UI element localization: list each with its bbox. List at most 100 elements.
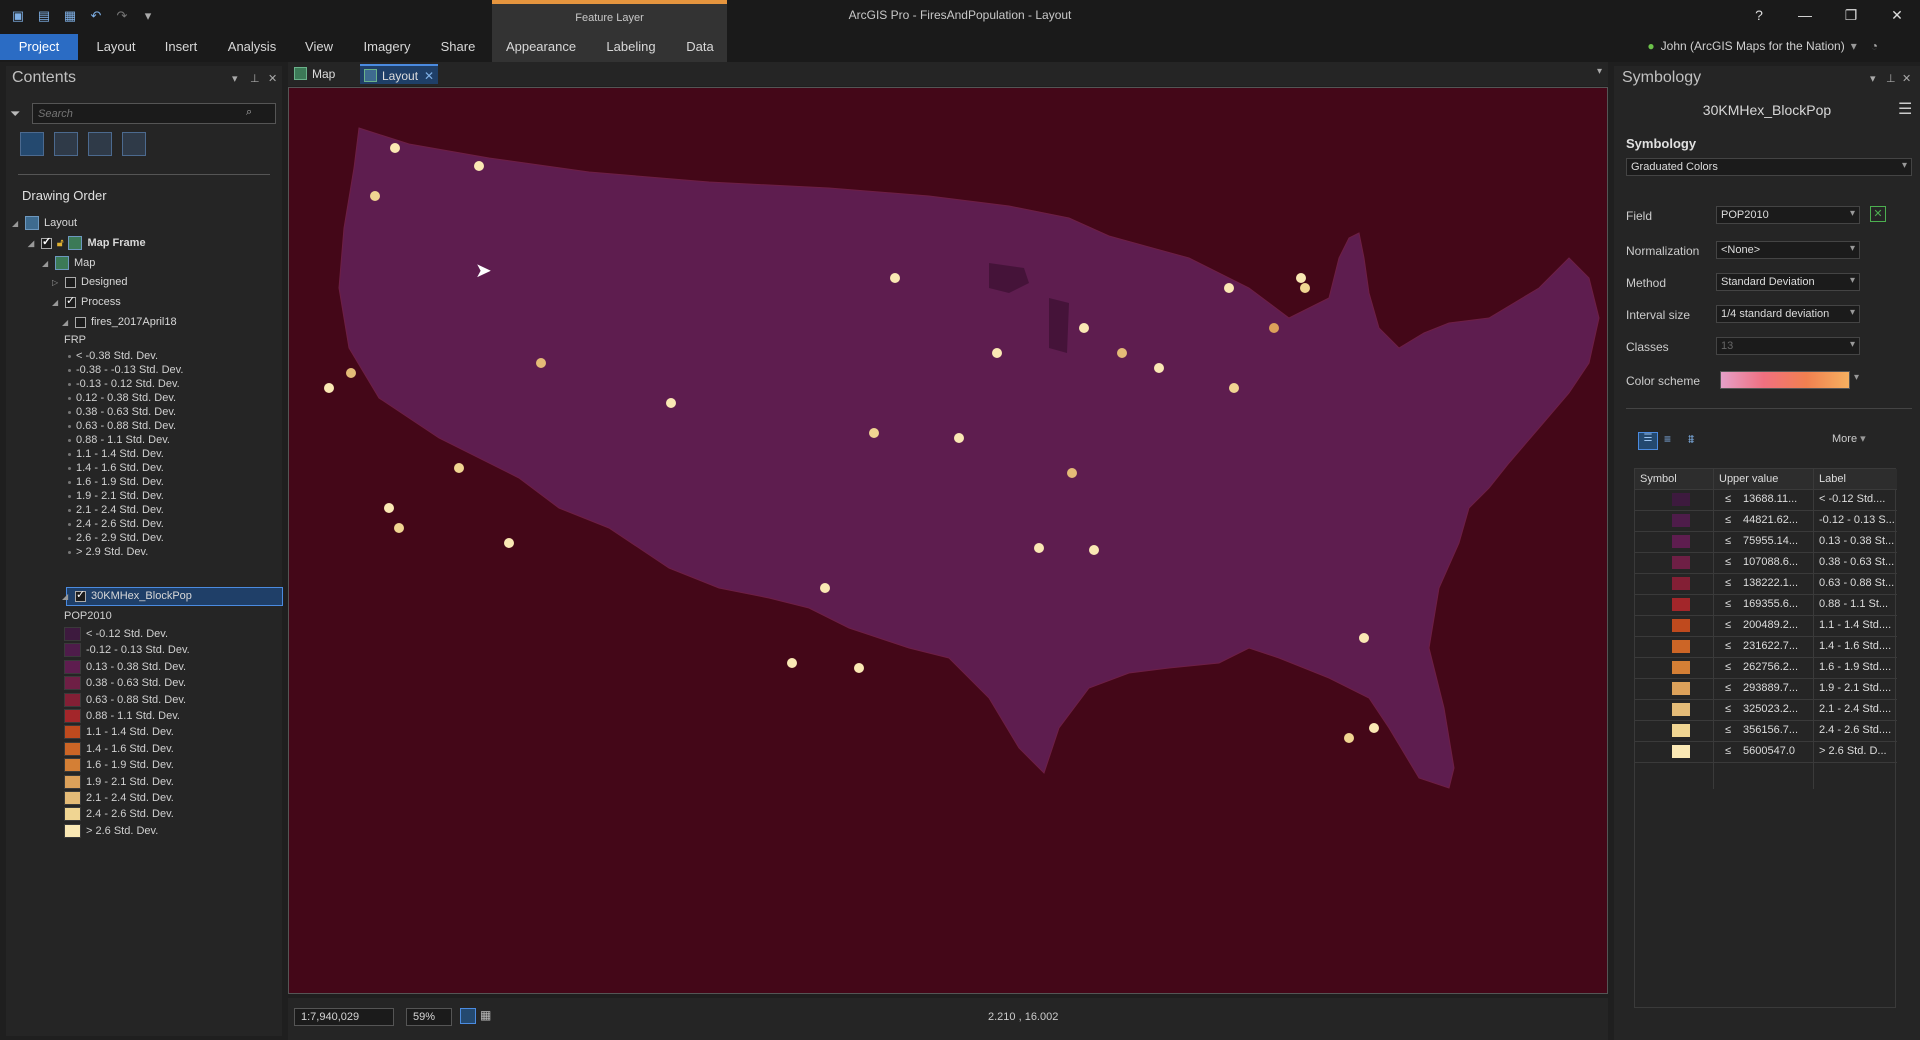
hex-symbol-swatch[interactable] (64, 807, 81, 822)
close-icon[interactable]: ✕ (268, 72, 277, 85)
fire-point-symbol[interactable] (68, 466, 71, 470)
hex-symbol-swatch[interactable] (64, 791, 81, 805)
field-dropdown[interactable]: POP2010 (1716, 206, 1860, 224)
label-cell[interactable]: > 2.6 Std. D... (1819, 745, 1887, 757)
drawing-order-view-icon[interactable] (20, 132, 44, 156)
class-symbol-swatch[interactable] (1672, 493, 1690, 506)
tree-item-process[interactable]: ◢ Process (52, 294, 121, 309)
pin-icon[interactable]: ⊥ (1886, 72, 1896, 85)
renderer-dropdown[interactable]: Graduated Colors (1626, 158, 1912, 176)
collapse-icon[interactable]: ◢ (28, 239, 36, 248)
fire-point-symbol[interactable] (68, 382, 71, 386)
search-icon[interactable]: ⌕ (246, 106, 252, 119)
hex-symbol-swatch[interactable] (64, 725, 81, 740)
tree-item-layout[interactable]: ◢ Layout (12, 216, 77, 230)
collapse-icon[interactable]: ◢ (52, 298, 60, 307)
label-cell[interactable]: 2.4 - 2.6 Std.... (1819, 724, 1891, 736)
fire-point-symbol[interactable] (68, 410, 71, 414)
tree-item-map[interactable]: ◢ Map (42, 256, 95, 270)
table-row[interactable]: ≤138222.1... 0.63 - 0.88 St... (1635, 573, 1897, 595)
table-row[interactable]: ≤107088.6... 0.38 - 0.63 St... (1635, 552, 1897, 574)
tab-map-view[interactable]: Map (290, 64, 362, 84)
chevron-down-icon[interactable]: ▾ (1854, 372, 1859, 383)
tab-share[interactable]: Share (438, 34, 478, 60)
close-tab-icon[interactable]: ✕ (424, 69, 434, 83)
layout-map-frame[interactable]: ➤ (288, 87, 1608, 994)
upper-value-cell[interactable]: 231622.7... (1743, 640, 1798, 652)
fire-point-symbol[interactable] (68, 354, 71, 358)
selection-view-icon[interactable] (88, 132, 112, 156)
color-scheme-ramp[interactable] (1720, 371, 1850, 389)
label-cell[interactable]: 1.9 - 2.1 Std.... (1819, 682, 1891, 694)
class-symbol-swatch[interactable] (1672, 619, 1690, 632)
class-symbol-swatch[interactable] (1672, 640, 1690, 653)
upper-value-cell[interactable]: 356156.7... (1743, 724, 1798, 736)
tree-item-fires-layer[interactable]: ◢ fires_2017April18 (62, 316, 177, 328)
histogram-tab-icon[interactable]: ≡ (1664, 432, 1671, 446)
upper-value-cell[interactable]: 138222.1... (1743, 577, 1798, 589)
hamburger-menu-icon[interactable]: ☰ (1898, 99, 1912, 119)
hex-symbol-swatch[interactable] (64, 758, 81, 773)
header-label[interactable]: Label (1819, 473, 1846, 485)
close-button[interactable]: ✕ (1874, 0, 1920, 30)
class-symbol-swatch[interactable] (1672, 598, 1690, 611)
collapse-icon[interactable]: ◢ (42, 259, 50, 268)
scale-dropdown[interactable]: 1:7,940,029 (294, 1008, 394, 1026)
scales-tab-icon[interactable]: ⩩ (1688, 432, 1694, 447)
label-cell[interactable]: -0.12 - 0.13 S... (1819, 514, 1895, 526)
close-icon[interactable]: ✕ (1902, 72, 1911, 85)
hex-symbol-swatch[interactable] (64, 692, 81, 707)
label-cell[interactable]: 1.4 - 1.6 Std.... (1819, 640, 1891, 652)
hex-symbol-swatch[interactable] (64, 676, 81, 691)
tree-item-designed[interactable]: ▷ Designed (52, 276, 127, 288)
collapse-icon[interactable]: ◢ (62, 592, 70, 601)
upper-value-cell[interactable]: 5600547.0 (1743, 745, 1795, 757)
zoom-dropdown[interactable]: 59% (406, 1008, 452, 1026)
snapping-icon[interactable] (460, 1008, 476, 1024)
hex-symbol-swatch[interactable] (64, 774, 81, 789)
pin-icon[interactable]: ⊥ (250, 72, 260, 85)
class-symbol-swatch[interactable] (1672, 745, 1690, 758)
interval-dropdown[interactable]: 1/4 standard deviation (1716, 305, 1860, 323)
tab-list-icon[interactable]: ▾ (1597, 66, 1602, 77)
hex-symbol-swatch[interactable] (64, 643, 81, 658)
normalization-dropdown[interactable]: <None> (1716, 241, 1860, 259)
header-upper-value[interactable]: Upper value (1719, 473, 1778, 485)
redo-icon[interactable]: ↷ (112, 7, 132, 25)
fire-point-symbol[interactable] (68, 368, 71, 372)
expression-icon[interactable]: ✕ (1870, 206, 1886, 222)
restore-button[interactable]: ❐ (1828, 0, 1874, 30)
tab-data[interactable]: Data (680, 34, 720, 60)
open-icon[interactable]: ▤ (34, 7, 54, 25)
class-symbol-swatch[interactable] (1672, 556, 1690, 569)
upper-value-cell[interactable]: 293889.7... (1743, 682, 1798, 694)
table-row[interactable]: ≤169355.6... 0.88 - 1.1 St... (1635, 594, 1897, 616)
upper-value-cell[interactable]: 262756.2... (1743, 661, 1798, 673)
population-hex-map[interactable] (289, 88, 1607, 993)
filter-icon[interactable]: ⏷ (10, 106, 20, 122)
visibility-checkbox[interactable] (75, 316, 86, 328)
label-cell[interactable]: 0.13 - 0.38 St... (1819, 535, 1894, 547)
class-symbol-swatch[interactable] (1672, 661, 1690, 674)
table-row[interactable]: ≤262756.2... 1.6 - 1.9 Std.... (1635, 657, 1897, 679)
hex-symbol-swatch[interactable] (64, 741, 81, 756)
label-cell[interactable]: 0.88 - 1.1 St... (1819, 598, 1888, 610)
class-symbol-swatch[interactable] (1672, 724, 1690, 737)
tab-layout[interactable]: Layout (94, 34, 138, 60)
customize-icon[interactable]: ▾ (138, 7, 158, 25)
upper-value-cell[interactable]: 169355.6... (1743, 598, 1798, 610)
upper-value-cell[interactable]: 200489.2... (1743, 619, 1798, 631)
class-symbol-swatch[interactable] (1672, 514, 1690, 527)
visibility-checkbox[interactable] (65, 294, 76, 308)
more-button[interactable]: More ▾ (1832, 432, 1866, 445)
fire-point-symbol[interactable] (68, 480, 71, 484)
label-cell[interactable]: < -0.12 Std.... (1819, 493, 1885, 505)
upper-value-cell[interactable]: 75955.14... (1743, 535, 1798, 547)
tab-imagery[interactable]: Imagery (358, 34, 416, 60)
grid-icon[interactable]: ▦ (480, 1008, 491, 1022)
collapse-icon[interactable]: ◢ (12, 219, 20, 228)
fire-point-symbol[interactable] (68, 396, 71, 400)
table-row[interactable]: ≤13688.11... < -0.12 Std.... (1635, 489, 1897, 511)
expand-icon[interactable]: ▷ (52, 278, 60, 287)
table-row[interactable]: ≤356156.7... 2.4 - 2.6 Std.... (1635, 720, 1897, 742)
